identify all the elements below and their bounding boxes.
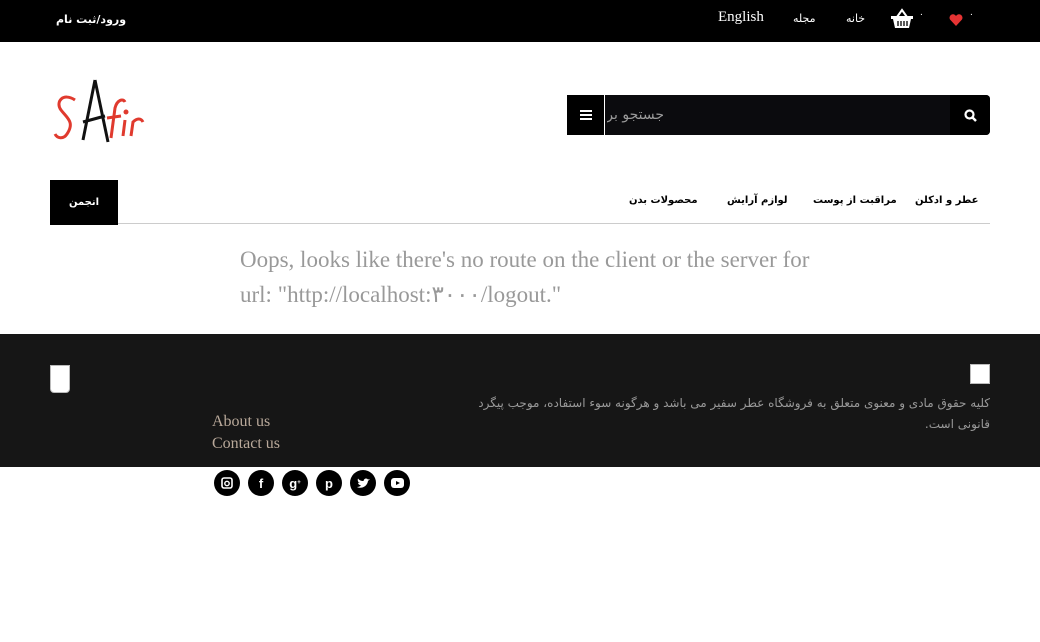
category-nav: انجمن محصولات بدن لوازم آرایش مراقبت از … [50, 180, 990, 225]
forum-button[interactable]: انجمن [50, 180, 118, 225]
facebook-icon[interactable]: f [248, 470, 274, 496]
cart-icon[interactable] [890, 8, 914, 34]
youtube-icon[interactable] [384, 470, 410, 496]
safir-logo[interactable] [53, 78, 149, 150]
social-links: f g + p [214, 470, 410, 496]
category-body-products[interactable]: محصولات بدن [629, 195, 698, 206]
login-register-link[interactable]: ورود/ثبت نام [56, 13, 126, 26]
language-switch[interactable]: English [718, 9, 764, 26]
heart-icon[interactable] [949, 11, 963, 30]
error-message: Oops, looks like there's no route on the… [240, 247, 810, 307]
menu-button[interactable] [567, 95, 605, 135]
copyright-text: کلیه حقوق مادی و معنوی متعلق به فروشگاه … [478, 396, 990, 431]
broken-image-icon [50, 365, 70, 393]
category-skincare[interactable]: مراقبت از پوست [813, 195, 897, 206]
search-bar [567, 95, 990, 135]
search-input[interactable] [607, 95, 950, 135]
search-button[interactable] [950, 95, 990, 135]
search-icon [963, 108, 977, 122]
broken-image-icon [970, 364, 990, 384]
cart-count: ۰ [919, 10, 924, 20]
wishlist-count: ۰ [969, 10, 974, 20]
about-us-link[interactable]: About us [212, 411, 280, 433]
hamburger-icon [579, 110, 592, 120]
magazine-link[interactable]: مجله [793, 12, 816, 25]
top-bar: ورود/ثبت نام English مجله خانه ۰ ۰ [0, 0, 1040, 42]
category-perfume[interactable]: عطر و ادکلن [915, 195, 978, 206]
pinterest-icon[interactable]: p [316, 470, 342, 496]
home-link[interactable]: خانه [846, 12, 865, 25]
twitter-icon[interactable] [350, 470, 376, 496]
contact-us-link[interactable]: Contact us [212, 433, 280, 455]
category-makeup[interactable]: لوازم آرایش [727, 195, 788, 206]
instagram-icon[interactable] [214, 470, 240, 496]
google-plus-icon[interactable]: g + [282, 470, 308, 496]
